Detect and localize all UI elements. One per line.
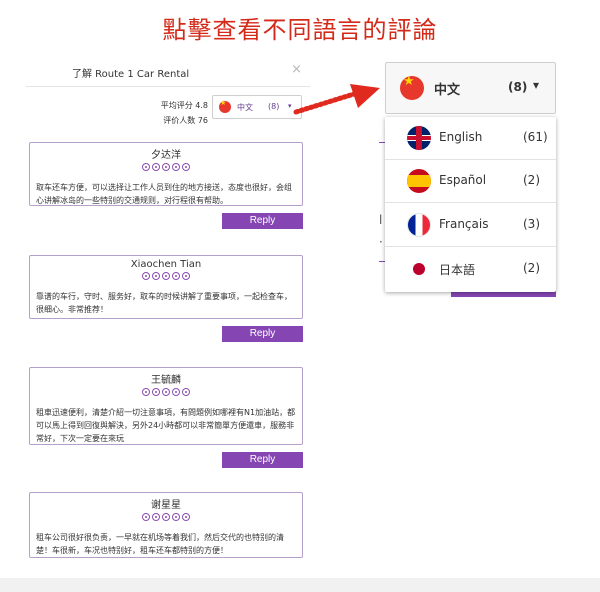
language-option-label: 日本語 xyxy=(439,263,476,277)
language-select[interactable]: 中文 (8) ▾ xyxy=(385,62,556,114)
france-flag-icon xyxy=(407,213,431,237)
rating-dot-icon xyxy=(162,388,170,396)
close-icon[interactable]: × xyxy=(291,62,302,77)
language-option-english[interactable]: English (61) xyxy=(385,117,556,160)
review-card: 夕达洋 取车还车方便，可以选择让工作人员到住的地方接送，态度也很好，会组心讲解冰… xyxy=(29,142,303,206)
reply-button[interactable]: Reply xyxy=(222,213,303,229)
rating-dot-icon xyxy=(182,513,190,521)
rating-dot-icon xyxy=(182,272,190,280)
rating-dot-icon xyxy=(142,513,150,521)
language-count: (8) xyxy=(268,102,280,111)
review-text: 租车公司很好很负责，一早就在机场等着我们，然后交代的也特别的清楚！车很新，车况也… xyxy=(36,533,284,555)
reviewer-name: Xiaochen Tian xyxy=(130,259,202,270)
review-text: 取车还车方便，可以选择让工作人员到住的地方接送，态度也很好，会组心讲解冰岛的一些… xyxy=(36,183,292,205)
review-text: 租車迅速便利，清楚介紹一切注意事項，有問題例如哪裡有N1加油站，都可以馬上得到回… xyxy=(36,408,296,443)
language-option-label: Español xyxy=(439,173,487,187)
language-option-french[interactable]: Français (3) xyxy=(385,204,556,247)
language-option-count: (2) xyxy=(523,261,540,275)
rating-dot-icon xyxy=(152,272,160,280)
rating-dot-icon xyxy=(142,163,150,171)
reviewer-name: 谢星星 xyxy=(151,500,181,511)
rating-stats: 平均评分 4.8 评价人数 76 xyxy=(148,98,208,128)
rating-dot-icon xyxy=(162,272,170,280)
annotation-arrow-icon xyxy=(293,84,380,115)
annotation-banner: 點擊查看不同語言的評論 xyxy=(162,16,438,44)
rating-dots xyxy=(30,272,302,284)
review-card: 王毓麟 租車迅速便利，清楚介紹一切注意事項，有問題例如哪裡有N1加油站，都可以馬… xyxy=(29,367,303,445)
rating-dots xyxy=(30,163,302,175)
china-flag-icon xyxy=(400,76,424,100)
language-option-label: English xyxy=(439,130,483,144)
language-option-count: (61) xyxy=(523,130,548,144)
uk-flag-icon xyxy=(407,126,431,150)
review-card: 谢星星 租车公司很好很负责，一早就在机场等着我们，然后交代的也特别的清楚！车很新… xyxy=(29,492,303,558)
rating-dot-icon xyxy=(152,388,160,396)
rating-dots xyxy=(30,513,302,525)
review-text: 靠谱的车行，守时、服务好，取车的时候讲解了重要事项，一起检查车，很细心。非常推荐… xyxy=(36,292,292,314)
rating-dot-icon xyxy=(172,513,180,521)
chevron-down-icon: ▾ xyxy=(533,78,540,92)
rating-dot-icon xyxy=(152,513,160,521)
reply-button[interactable]: Reply xyxy=(222,326,303,342)
chevron-down-icon: ▾ xyxy=(288,102,292,110)
rating-dot-icon xyxy=(162,163,170,171)
language-select-small[interactable]: 中文 (8) ▾ xyxy=(212,95,302,119)
rating-dots xyxy=(30,388,302,400)
panel-title: 了解 Route 1 Car Rental xyxy=(72,69,190,80)
rating-dot-icon xyxy=(142,388,150,396)
page-footer-strip xyxy=(0,578,600,592)
language-label: 中文 xyxy=(237,103,253,112)
reviews-panel: 了解 Route 1 Car Rental × 平均评分 4.8 评价人数 76… xyxy=(26,58,310,592)
review-count: 评价人数 76 xyxy=(163,116,208,125)
rating-dot-icon xyxy=(172,388,180,396)
review-card: Xiaochen Tian 靠谱的车行，守时、服务好，取车的时候讲解了重要事项，… xyxy=(29,255,303,319)
china-flag-icon xyxy=(219,99,231,113)
rating-dot-icon xyxy=(152,163,160,171)
language-option-count: (3) xyxy=(523,217,540,231)
background-text: l xyxy=(379,213,383,227)
rating-dot-icon xyxy=(182,163,190,171)
average-rating: 平均评分 4.8 xyxy=(160,101,208,110)
panel-header: 了解 Route 1 Car Rental × xyxy=(26,58,310,87)
japan-flag-icon xyxy=(407,257,431,281)
rating-dot-icon xyxy=(172,272,180,280)
language-option-count: (2) xyxy=(523,173,540,187)
language-count: (8) xyxy=(508,80,528,94)
language-dropdown-menu: English (61) Español (2) Français (3) 日本… xyxy=(385,117,556,292)
language-option-label: Français xyxy=(439,217,489,231)
reply-button[interactable]: Reply xyxy=(222,452,303,468)
spain-flag-icon xyxy=(407,169,431,193)
language-label: 中文 xyxy=(434,83,461,98)
reviewer-name: 王毓麟 xyxy=(151,375,181,386)
rating-dot-icon xyxy=(172,163,180,171)
reviewer-name: 夕达洋 xyxy=(151,150,181,161)
rating-dot-icon xyxy=(142,272,150,280)
language-option-japanese[interactable]: 日本語 (2) xyxy=(385,248,556,291)
rating-dot-icon xyxy=(182,388,190,396)
language-option-spanish[interactable]: Español (2) xyxy=(385,160,556,203)
rating-dot-icon xyxy=(162,513,170,521)
background-text: · xyxy=(379,235,383,249)
